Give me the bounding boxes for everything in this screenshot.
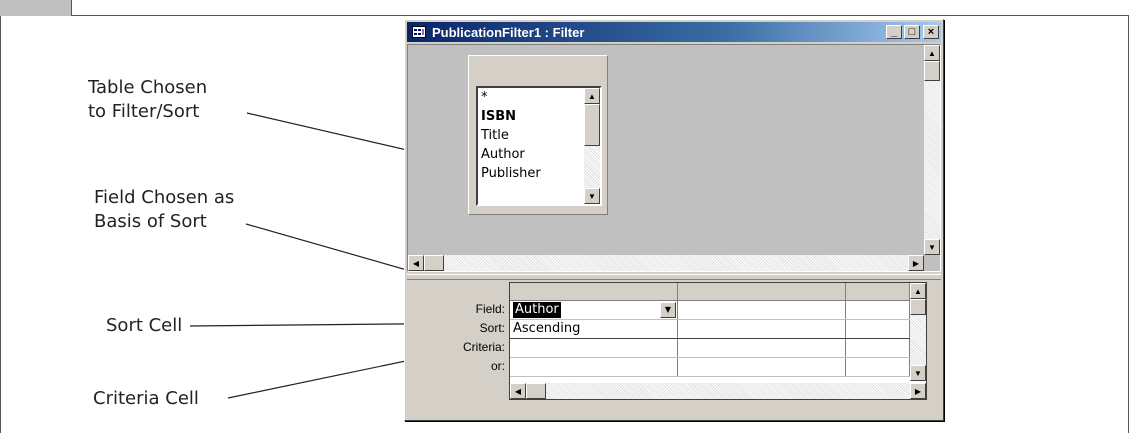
grid-row-or (510, 358, 926, 377)
callout-table-chosen: Table Chosen to Filter/Sort (88, 76, 207, 124)
callout-field-chosen-line1: Field Chosen as (94, 187, 235, 208)
row-label-sort: Sort: (479, 321, 505, 335)
maximize-button[interactable]: □ (904, 25, 920, 39)
or-cell-1[interactable] (510, 358, 678, 376)
grid-row-criteria (510, 339, 926, 358)
callout-sort-cell: Sort Cell (106, 315, 183, 336)
filter-window-icon (411, 25, 427, 39)
callout-table-chosen-line1: Table Chosen (88, 77, 208, 98)
field-item-isbn[interactable]: ISBN (478, 107, 600, 126)
grid-vertical-scrollbar[interactable]: ▲ ▼ (910, 283, 926, 381)
grid-row-sort: Ascending (510, 320, 926, 339)
pane-horizontal-scrollbar[interactable]: ◀ ▶ (408, 255, 924, 271)
field-list-scrollbar[interactable]: ▲ ▼ (584, 88, 600, 204)
pane-scroll-thumb[interactable] (924, 61, 940, 81)
row-label-criteria: Criteria: (462, 340, 505, 354)
pane-vertical-scrollbar[interactable]: ▲ ▼ (924, 45, 940, 255)
column-selector-2[interactable] (678, 283, 846, 300)
scroll-up-arrow-icon[interactable]: ▲ (584, 88, 600, 104)
callout-criteria-cell: Criteria Cell (93, 388, 199, 409)
field-item-publisher[interactable]: Publisher (478, 164, 600, 183)
figure-corner-tab (0, 0, 72, 16)
callout-field-chosen-line2: Basis of Sort (94, 211, 207, 232)
window-title: PublicationFilter1 : Filter (432, 24, 585, 40)
callout-table-chosen-line2: to Filter/Sort (88, 101, 200, 122)
grid-horizontal-scrollbar[interactable]: ◀ ▶ (510, 383, 926, 399)
scroll-down-arrow-icon[interactable]: ▼ (584, 188, 600, 204)
grid-row-labels: Field: Sort: Criteria: or: (407, 300, 509, 376)
sort-cell-1[interactable]: Ascending (510, 320, 678, 338)
table-field-list-box[interactable]: * ISBN Title Author Publisher ▲ ▼ (468, 55, 608, 215)
figure-frame-left (0, 16, 1, 433)
column-selector-1[interactable] (510, 283, 678, 300)
or-cell-3[interactable] (846, 358, 910, 376)
column-selector-3[interactable] (846, 283, 910, 300)
scroll-left-arrow-icon[interactable]: ◀ (510, 383, 526, 399)
grid-hscroll-thumb[interactable] (526, 383, 546, 399)
close-button[interactable]: × (923, 25, 939, 39)
figure-frame-top (0, 0, 1129, 16)
pane-splitter[interactable] (407, 274, 941, 280)
scroll-right-arrow-icon[interactable]: ▶ (910, 383, 926, 399)
field-list[interactable]: * ISBN Title Author Publisher ▲ ▼ (476, 86, 602, 206)
field-item-all[interactable]: * (478, 88, 600, 107)
row-label-field: Field: (475, 302, 505, 316)
scroll-right-arrow-icon[interactable]: ▶ (908, 255, 924, 271)
sort-cell-2[interactable] (678, 320, 846, 338)
table-design-pane: * ISBN Title Author Publisher ▲ ▼ ▲ ▼ ◀ … (407, 44, 941, 272)
callout-field-chosen: Field Chosen as Basis of Sort (94, 186, 234, 234)
minimize-button[interactable]: _ (886, 25, 902, 39)
or-cell-2[interactable] (678, 358, 846, 376)
field-list-scroll-thumb[interactable] (584, 104, 600, 146)
field-item-title[interactable]: Title (478, 126, 600, 145)
sort-cell-3[interactable] (846, 320, 910, 338)
field-cell-2[interactable] (678, 301, 846, 319)
scroll-up-arrow-icon[interactable]: ▲ (924, 45, 940, 61)
scroll-up-arrow-icon[interactable]: ▲ (910, 283, 926, 299)
filter-window: PublicationFilter1 : Filter _ □ × * ISBN… (404, 19, 944, 421)
scroll-down-arrow-icon[interactable]: ▼ (910, 365, 926, 381)
criteria-cell-3[interactable] (846, 339, 910, 357)
grid-column-selectors (510, 283, 926, 301)
criteria-cell-2[interactable] (678, 339, 846, 357)
field-item-author[interactable]: Author (478, 145, 600, 164)
chevron-down-icon[interactable]: ▼ (660, 302, 676, 318)
row-label-or: or: (490, 359, 505, 373)
field-cell-3[interactable] (846, 301, 910, 319)
scroll-down-arrow-icon[interactable]: ▼ (924, 239, 940, 255)
design-grid-pane: Field: Sort: Criteria: or: Author ▼ Asce… (407, 282, 941, 418)
scroll-left-arrow-icon[interactable]: ◀ (408, 255, 424, 271)
window-title-bar[interactable]: PublicationFilter1 : Filter _ □ × (407, 22, 941, 42)
grid-scroll-thumb[interactable] (910, 299, 926, 315)
design-grid: Author ▼ Ascending ▲ ▼ ◀ ▶ (509, 282, 927, 400)
pane-hscroll-thumb[interactable] (424, 255, 444, 271)
grid-row-field: Author ▼ (510, 301, 926, 320)
criteria-cell-1[interactable] (510, 339, 678, 357)
field-cell-1[interactable]: Author ▼ (510, 301, 678, 319)
field-cell-value: Author (513, 302, 561, 318)
